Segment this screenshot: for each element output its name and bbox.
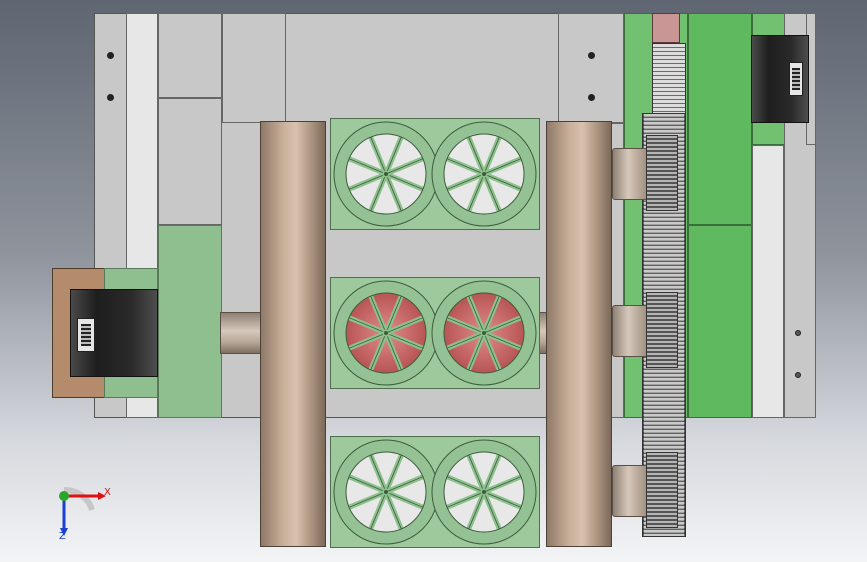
fan-top-2 — [431, 121, 537, 227]
fan-hub — [482, 172, 486, 176]
axis-z-label: Z — [59, 531, 66, 542]
fan-top-1 — [333, 121, 439, 227]
fan-hub — [482, 331, 486, 335]
fan-middle-2 — [431, 280, 537, 386]
fan-middle-1 — [333, 280, 439, 386]
fan-bottom-1 — [333, 439, 439, 545]
fan-array — [333, 121, 537, 545]
fan-bottom-2 — [431, 439, 537, 545]
fan-hub — [384, 331, 388, 335]
fan-hub — [384, 490, 388, 494]
fan-hub — [482, 490, 486, 494]
fan-hub — [384, 172, 388, 176]
axis-x-label: X — [104, 487, 111, 498]
